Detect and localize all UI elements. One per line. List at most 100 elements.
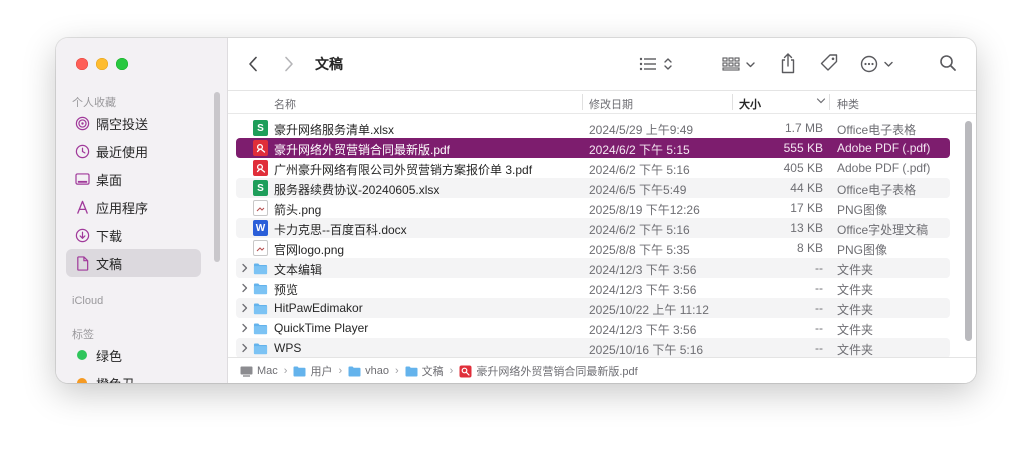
window-title: 文稿 (315, 56, 343, 72)
finder-window: 个人收藏 隔空投送 最近使用 桌面 应用程序 下载 文稿 iCloud 标签 绿… (56, 38, 976, 383)
file-size: 405 KB (783, 161, 823, 175)
file-name: 箭头.png (274, 203, 322, 217)
forward-button[interactable] (282, 54, 296, 74)
sidebar-item-documents[interactable]: 文稿 (66, 249, 201, 277)
pdf-icon (253, 160, 268, 176)
file-kind: Office字处理文稿 (837, 223, 929, 237)
file-kind: PNG图像 (837, 203, 888, 217)
column-name[interactable]: 名称 (274, 96, 296, 112)
document-icon (74, 255, 90, 271)
airdrop-icon (74, 115, 90, 131)
sidebar-tag-green[interactable]: 绿色 (66, 341, 201, 369)
file-size: 13 KB (790, 221, 823, 235)
minimize-window-button[interactable] (96, 58, 108, 70)
file-size: -- (815, 281, 823, 295)
file-row[interactable]: S 豪升网络服务清单.xlsx 2024/5/29 上午9:49 1.7 MB Offi… (236, 118, 950, 138)
disclosure-triangle-icon[interactable] (240, 341, 250, 355)
sidebar-item-desktop[interactable]: 桌面 (66, 165, 201, 193)
file-size: 555 KB (783, 141, 823, 155)
file-size: 44 KB (790, 181, 823, 195)
disclosure-triangle-icon[interactable] (240, 261, 250, 275)
icloud-heading: iCloud (72, 295, 104, 307)
file-kind: Adobe PDF (.pdf) (837, 161, 931, 175)
file-name: 官网logo.png (274, 243, 345, 257)
file-row[interactable]: 箭头.png 2025/8/19 下午12:26 17 KB PNG图像 (236, 198, 950, 218)
sidebar-item-airdrop[interactable]: 隔空投送 (66, 109, 201, 137)
sidebar-scrollbar[interactable] (214, 92, 220, 262)
file-name: 豪升网络服务清单.xlsx (274, 123, 395, 137)
sidebar-item-label: 文稿 (96, 256, 123, 272)
search-icon (940, 55, 956, 71)
tag-button[interactable] (818, 52, 840, 74)
file-row[interactable]: WPS 2025/10/16 下午 5:16 -- 文件夹 (236, 338, 950, 357)
path-segment[interactable]: vhao (348, 365, 389, 377)
file-name: WPS (274, 341, 302, 355)
back-button[interactable] (246, 54, 260, 74)
path-segment[interactable]: 豪升网络外贸营销合同最新版.pdf (459, 363, 638, 379)
chevron-right-icon (285, 56, 293, 72)
group-button[interactable] (722, 54, 758, 74)
sidebar-tag-orange[interactable]: 橙色丑 (66, 369, 201, 383)
column-divider (732, 94, 733, 110)
path-segment-label: 文稿 (421, 366, 444, 378)
sidebar-item-downloads[interactable]: 下载 (66, 221, 201, 249)
path-segment[interactable]: 文稿 (405, 363, 444, 379)
file-date: 2024/6/2 下午 5:15 (589, 143, 690, 157)
column-kind[interactable]: 种类 (837, 96, 859, 112)
sidebar-item-applications[interactable]: 应用程序 (66, 193, 201, 221)
file-size: -- (815, 321, 823, 335)
file-date: 2024/12/3 下午 3:56 (589, 323, 697, 337)
tags-heading: 标签 (72, 329, 94, 341)
path-separator-icon: › (394, 365, 399, 377)
zoom-window-button[interactable] (116, 58, 128, 70)
disclosure-triangle-icon[interactable] (240, 321, 250, 335)
spreadsheet-icon: S (253, 120, 268, 136)
path-segment[interactable]: Mac (240, 365, 278, 377)
share-button[interactable] (780, 51, 796, 75)
file-row[interactable]: HitPawEdimakor 2025/10/22 上午 11:12 -- 文件夹 (236, 298, 950, 318)
file-date: 2025/8/19 下午12:26 (589, 203, 700, 217)
folder-icon (253, 280, 268, 296)
file-size: 1.7 MB (784, 121, 823, 135)
disclosure-triangle-icon[interactable] (240, 301, 250, 315)
sidebar-item-recents[interactable]: 最近使用 (66, 137, 201, 165)
spreadsheet-icon: S (253, 180, 268, 196)
word-document-icon: W (253, 220, 268, 236)
path-segment[interactable]: 用户 (293, 363, 332, 379)
file-row[interactable]: QuickTime Player 2024/12/3 下午 3:56 -- 文件夹 (236, 318, 950, 338)
file-kind: 文件夹 (837, 343, 874, 357)
file-kind: Adobe PDF (.pdf) (837, 141, 931, 155)
sort-chevron-icon (816, 94, 826, 111)
folder-icon (253, 340, 268, 356)
file-row[interactable]: 豪升网络外贸营销合同最新版.pdf 2024/6/2 下午 5:15 555 KB A… (236, 138, 950, 158)
sidebar-item-label: 隔空投送 (96, 116, 149, 132)
folder-icon (293, 366, 306, 376)
file-row[interactable]: 预览 2024/12/3 下午 3:56 -- 文件夹 (236, 278, 950, 298)
file-size: -- (815, 301, 823, 315)
more-actions-button[interactable] (860, 54, 896, 74)
file-list-scrollbar[interactable] (965, 121, 972, 341)
column-divider (829, 94, 830, 110)
list-view-icon (639, 57, 672, 71)
file-size: -- (815, 341, 823, 355)
file-row[interactable]: W 卡力克思--百度百科.docx 2024/6/2 下午 5:16 13 KB Off… (236, 218, 950, 238)
file-row[interactable]: 官网logo.png 2025/8/8 下午 5:35 8 KB PNG图像 (236, 238, 950, 258)
sidebar-item-label: 绿色 (96, 348, 123, 364)
disclosure-triangle-icon[interactable] (240, 281, 250, 295)
column-size[interactable]: 大小 (739, 96, 761, 112)
chevron-left-icon (249, 56, 257, 72)
file-date: 2025/10/22 上午 11:12 (589, 303, 709, 317)
column-date[interactable]: 修改日期 (589, 96, 633, 112)
file-row[interactable]: 广州豪升网络有限公司外贸营销方案报价单 3.pdf 2024/6/2 下午 5:1… (236, 158, 950, 178)
tag-green-icon (74, 347, 90, 363)
file-date: 2025/8/8 下午 5:35 (589, 243, 690, 257)
path-separator-icon: › (338, 365, 343, 377)
close-window-button[interactable] (76, 58, 88, 70)
file-date: 2024/12/3 下午 3:56 (589, 263, 697, 277)
search-button[interactable] (938, 53, 958, 73)
file-row[interactable]: 文本编辑 2024/12/3 下午 3:56 -- 文件夹 (236, 258, 950, 278)
file-name: 豪升网络外贸营销合同最新版.pdf (274, 143, 451, 157)
list-view-button[interactable] (639, 54, 675, 74)
file-kind: Office电子表格 (837, 183, 917, 197)
file-row[interactable]: S 服务器续费协议-20240605.xlsx 2024/6/5 下午5:49 44 … (236, 178, 950, 198)
